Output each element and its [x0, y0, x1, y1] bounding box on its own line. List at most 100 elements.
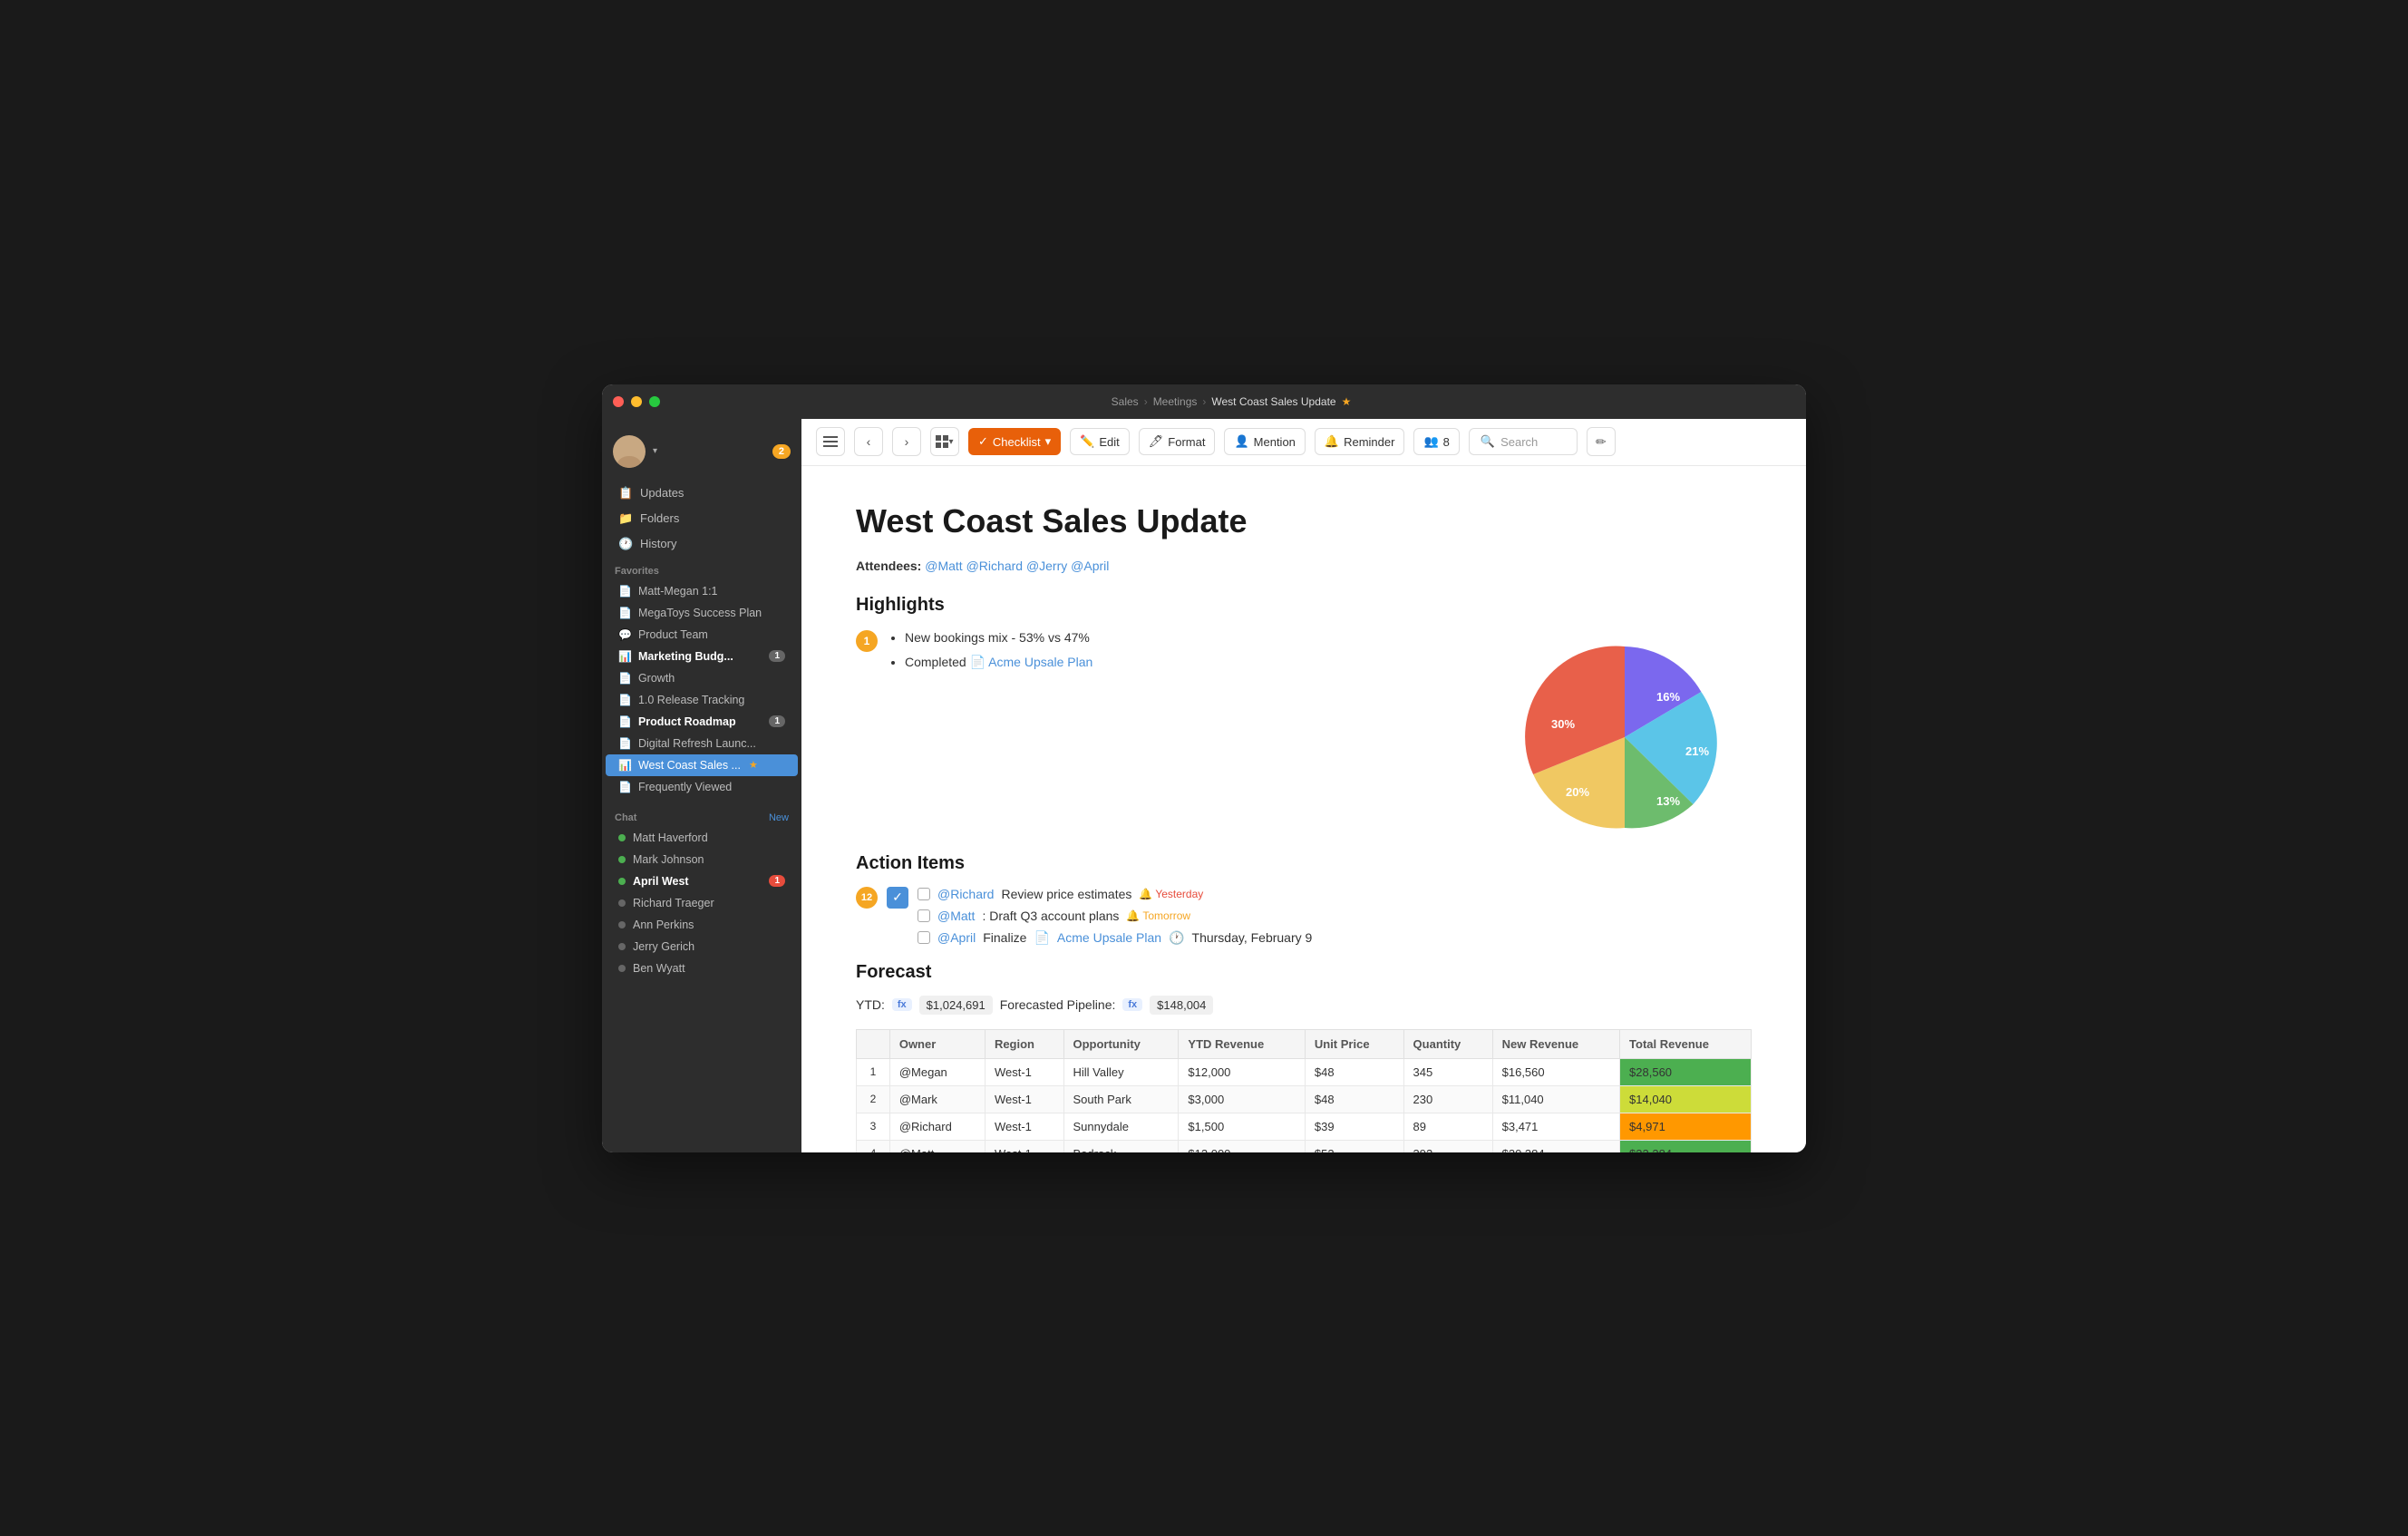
- sidebar-doc-label: 1.0 Release Tracking: [638, 694, 744, 706]
- sidebar-toggle-button[interactable]: [816, 427, 845, 456]
- back-button[interactable]: ‹: [854, 427, 883, 456]
- sidebar-item-megatoys[interactable]: 📄 MegaToys Success Plan: [606, 602, 798, 624]
- sidebar-doc-label: Marketing Budg...: [638, 650, 733, 663]
- checklist-button[interactable]: ✓ Checklist ▾: [968, 428, 1061, 455]
- reminder-button[interactable]: 🔔 Reminder: [1315, 428, 1405, 455]
- offline-indicator: [618, 921, 626, 928]
- ytd-fx-badge: fx: [892, 998, 912, 1011]
- action-text-2: : Draft Q3 account plans: [982, 909, 1119, 923]
- sidebar-item-growth[interactable]: 📄 Growth: [606, 667, 798, 689]
- th-total-revenue: Total Revenue: [1620, 1029, 1752, 1058]
- sidebar-item-west-coast-sales[interactable]: 📊 West Coast Sales ... ★: [606, 754, 798, 776]
- sidebar-nav-label: Updates: [640, 486, 684, 500]
- sidebar-item-digital-refresh[interactable]: 📄 Digital Refresh Launc...: [606, 733, 798, 754]
- chat-item-matt[interactable]: Matt Haverford: [606, 827, 798, 849]
- compose-button[interactable]: ✏: [1587, 427, 1616, 456]
- chat-new-button[interactable]: New: [769, 812, 789, 823]
- offline-indicator: [618, 965, 626, 972]
- format-button[interactable]: 🖊 Format: [1139, 428, 1216, 455]
- checkbox-2[interactable]: [918, 909, 930, 922]
- acme-link[interactable]: Acme Upsale Plan: [988, 655, 1092, 669]
- sidebar-item-history[interactable]: 🕐 History: [606, 531, 798, 557]
- chat-user-name: April West: [633, 875, 689, 888]
- highlight-item-2: Completed 📄 Acme Upsale Plan: [905, 653, 1507, 672]
- breadcrumb-meetings[interactable]: Meetings: [1153, 395, 1198, 408]
- th-unit-price: Unit Price: [1305, 1029, 1403, 1058]
- due-date-2: 🔔 Tomorrow: [1126, 909, 1190, 922]
- search-field[interactable]: 🔍 Search: [1469, 428, 1578, 455]
- breadcrumb-sales[interactable]: Sales: [1112, 395, 1139, 408]
- forward-button[interactable]: ›: [892, 427, 921, 456]
- chat-item-richard[interactable]: Richard Traeger: [606, 892, 798, 914]
- cell-owner[interactable]: @Matt: [889, 1140, 985, 1152]
- pie-chart-svg: 16% 21% 13% 20% 30%: [1516, 628, 1733, 846]
- checkbox-1[interactable]: [918, 888, 930, 900]
- user-chevron-icon[interactable]: ▾: [653, 446, 657, 456]
- layout-button[interactable]: ▾: [930, 427, 959, 456]
- minimize-button[interactable]: [631, 396, 642, 407]
- cell-owner[interactable]: @Richard: [889, 1113, 985, 1140]
- mention-button[interactable]: 👤 Mention: [1224, 428, 1305, 455]
- breadcrumb-current: West Coast Sales Update: [1211, 395, 1335, 408]
- chat-user-name: Ann Perkins: [633, 919, 694, 931]
- pie-label-16: 16%: [1656, 690, 1680, 704]
- mention-jerry[interactable]: @Jerry: [1026, 559, 1067, 573]
- th-new-revenue: New Revenue: [1492, 1029, 1619, 1058]
- cell-ytd: $12,000: [1179, 1140, 1305, 1152]
- edit-button[interactable]: ✏️ Edit: [1070, 428, 1130, 455]
- online-indicator: [618, 834, 626, 841]
- people-count: 8: [1443, 435, 1450, 449]
- offline-indicator: [618, 943, 626, 950]
- star-fav-icon: ★: [749, 759, 758, 771]
- table-row: 1@MeganWest-1Hill Valley$12,000$48345$16…: [857, 1058, 1752, 1085]
- acme-link-2[interactable]: Acme Upsale Plan: [1057, 930, 1161, 945]
- notification-badge[interactable]: 2: [772, 444, 791, 459]
- sidebar-item-marketing[interactable]: 📊 Marketing Budg... 1: [606, 646, 798, 667]
- sidebar-item-product-roadmap[interactable]: 📄 Product Roadmap 1: [606, 711, 798, 733]
- sidebar: ▾ 2 📋 Updates 📁 Folders 🕐 History Favori…: [602, 419, 801, 1152]
- sidebar-badge: 1: [769, 650, 785, 662]
- cell-opportunity: South Park: [1063, 1085, 1179, 1113]
- cell-qty: 89: [1403, 1113, 1492, 1140]
- sidebar-item-frequently-viewed[interactable]: 📄 Frequently Viewed: [606, 776, 798, 798]
- table-row: 3@RichardWest-1Sunnydale$1,500$3989$3,47…: [857, 1113, 1752, 1140]
- mention-matt-action[interactable]: @Matt: [937, 909, 975, 923]
- cell-owner[interactable]: @Megan: [889, 1058, 985, 1085]
- avatar[interactable]: [613, 435, 646, 468]
- mention-april-action[interactable]: @April: [937, 930, 976, 945]
- reminder-label: Reminder: [1344, 435, 1394, 449]
- cell-owner[interactable]: @Mark: [889, 1085, 985, 1113]
- checkbox-3[interactable]: [918, 931, 930, 944]
- close-button[interactable]: [613, 396, 624, 407]
- action-number: 12: [856, 887, 878, 909]
- sidebar-item-updates[interactable]: 📋 Updates: [606, 481, 798, 506]
- sidebar-item-product-team[interactable]: 💬 Product Team: [606, 624, 798, 646]
- highlights-heading: Highlights: [856, 595, 1752, 616]
- maximize-button[interactable]: [649, 396, 660, 407]
- main-area: ‹ › ▾ ✓ Checklist ▾ ✏️ Edit 🖊 Format: [801, 419, 1806, 1152]
- mention-icon: 👤: [1234, 434, 1248, 449]
- mention-matt[interactable]: @Matt: [925, 559, 962, 573]
- sidebar-item-folders[interactable]: 📁 Folders: [606, 506, 798, 531]
- mention-april[interactable]: @April: [1071, 559, 1109, 573]
- chat-item-ann[interactable]: Ann Perkins: [606, 914, 798, 936]
- chat-header: Chat New: [602, 805, 801, 827]
- chat-item-ben[interactable]: Ben Wyatt: [606, 958, 798, 979]
- action-item-3: @April Finalize 📄 Acme Upsale Plan 🕐 Thu…: [918, 930, 1752, 946]
- mention-richard[interactable]: @Richard: [966, 559, 1023, 573]
- online-indicator: [618, 878, 626, 885]
- bell-icon: 🔔: [1139, 888, 1152, 900]
- sidebar-item-matt-megan[interactable]: 📄 Matt-Megan 1:1: [606, 580, 798, 602]
- chat-item-mark[interactable]: Mark Johnson: [606, 849, 798, 870]
- due-label-2: Tomorrow: [1142, 909, 1190, 922]
- mention-richard-action[interactable]: @Richard: [937, 887, 994, 901]
- sidebar-item-release[interactable]: 📄 1.0 Release Tracking: [606, 689, 798, 711]
- star-icon[interactable]: ★: [1342, 395, 1352, 408]
- chat-item-april-west[interactable]: April West 1: [606, 870, 798, 892]
- chat-user-name: Jerry Gerich: [633, 940, 694, 953]
- people-button[interactable]: 👥 8: [1413, 428, 1459, 455]
- favorites-label: Favorites: [602, 557, 801, 580]
- cell-qty: 392: [1403, 1140, 1492, 1152]
- chat-item-jerry[interactable]: Jerry Gerich: [606, 936, 798, 958]
- cell-unit: $48: [1305, 1085, 1403, 1113]
